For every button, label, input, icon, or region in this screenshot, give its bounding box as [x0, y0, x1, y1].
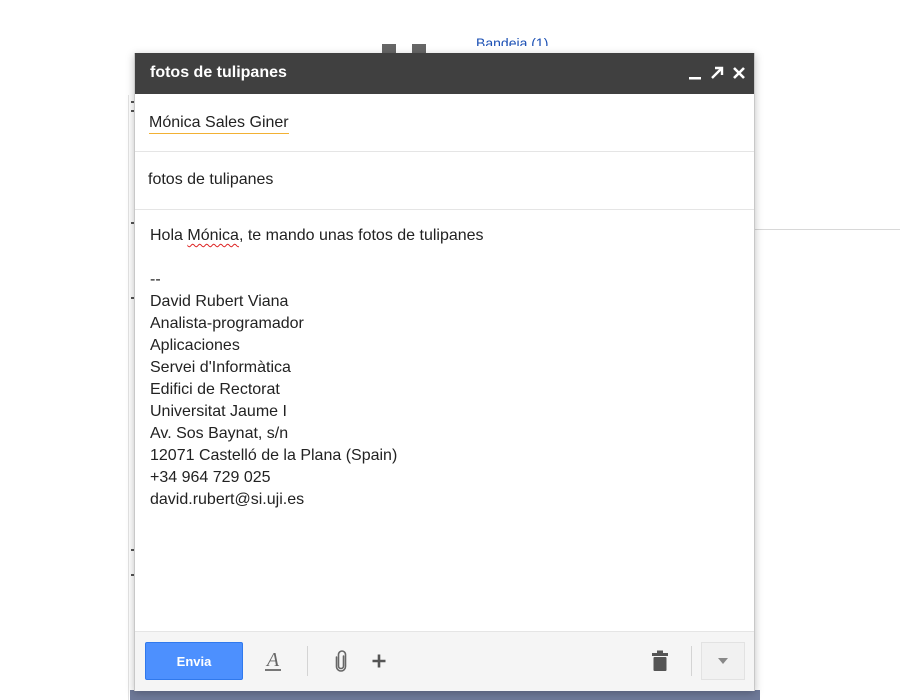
greeting-line: Hola Mónica, te mando unas fotos de tuli… [150, 227, 484, 244]
signature-line: David Rubert Viana [150, 293, 289, 310]
signature-line: Analista-programador [150, 315, 304, 332]
toolbar-divider [691, 646, 692, 676]
signature-separator: -- [150, 271, 161, 288]
signature-line: Universitat Jaume I [150, 403, 287, 420]
attach-icon[interactable] [329, 649, 353, 673]
compose-titlebar[interactable]: fotos de tulipanes [135, 53, 754, 94]
signature-line: Aplicaciones [150, 337, 240, 354]
trash-icon[interactable] [648, 649, 672, 673]
signature-line: Servei d'Informàtica [150, 359, 291, 376]
background-divider [128, 95, 129, 700]
compose-window: fotos de tulipanes Mónica Sales Giner fo… [134, 53, 755, 691]
signature-line: 12071 Castelló de la Plana (Spain) [150, 447, 398, 464]
compose-title: fotos de tulipanes [150, 64, 287, 81]
background-icon [382, 44, 396, 53]
signature-email: david.rubert@si.uji.es [150, 491, 305, 508]
toolbar-divider [307, 646, 308, 676]
signature-line: Av. Sos Baynat, s/n [150, 425, 289, 442]
to-field[interactable]: Mónica Sales Giner [135, 94, 754, 152]
send-button[interactable]: Envia [145, 642, 243, 680]
background-divider [752, 229, 900, 230]
background-bar [130, 690, 760, 700]
chevron-down-icon [718, 658, 728, 664]
format-text-icon[interactable]: A [261, 649, 285, 673]
background-link: Bandeja (1) [476, 35, 549, 46]
message-body[interactable]: Hola Mónica, te mando unas fotos de tuli… [150, 225, 730, 625]
compose-toolbar: Envia A [135, 631, 754, 691]
recipient-chip[interactable]: Mónica Sales Giner [149, 114, 289, 134]
popout-icon[interactable] [707, 62, 727, 84]
subject-input[interactable]: fotos de tulipanes [148, 171, 273, 189]
background-icon [412, 44, 426, 53]
more-options-button[interactable] [701, 642, 745, 680]
subject-field[interactable]: fotos de tulipanes [135, 152, 754, 210]
signature-line: +34 964 729 025 [150, 469, 271, 486]
close-icon[interactable] [729, 62, 749, 84]
plus-icon[interactable] [367, 649, 391, 673]
minimize-icon[interactable] [685, 62, 705, 84]
misspelled-word[interactable]: Mónica [187, 227, 239, 244]
signature-line: Edifici de Rectorat [150, 381, 280, 398]
